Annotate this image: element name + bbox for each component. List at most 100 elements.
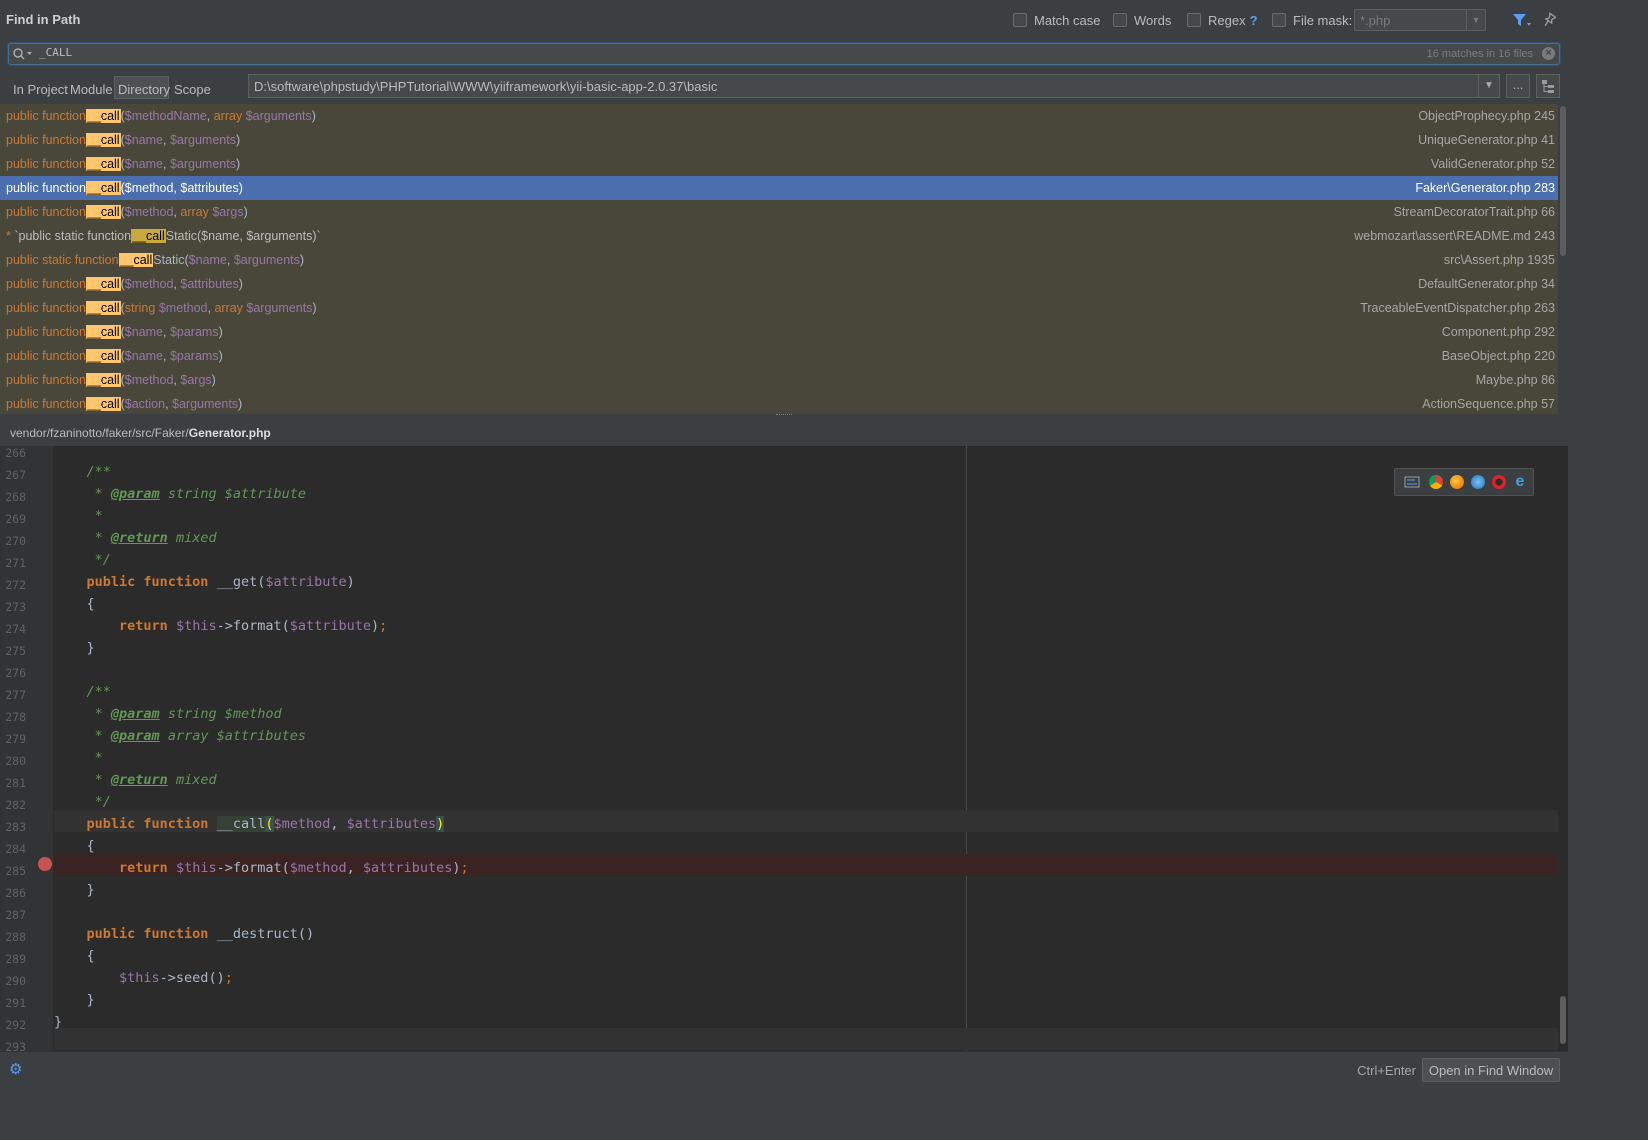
result-row[interactable]: public function__call($name, $params) Com… bbox=[0, 320, 1558, 344]
result-args: ($method, array $args) bbox=[120, 205, 248, 219]
file-mask-option[interactable]: File mask: bbox=[1272, 11, 1352, 29]
result-file: webmozart\assert\README.md 243 bbox=[1354, 229, 1555, 243]
result-prefix: public function bbox=[6, 349, 86, 363]
words-option[interactable]: Words bbox=[1113, 11, 1171, 29]
result-prefix: * `public static function bbox=[6, 229, 132, 243]
result-prefix: public function bbox=[6, 109, 86, 123]
match-case-checkbox[interactable] bbox=[1013, 13, 1027, 27]
firefox-icon[interactable] bbox=[1450, 475, 1464, 489]
line-number: 277 bbox=[5, 688, 26, 702]
line-number: 280 bbox=[5, 754, 26, 768]
file-mask-combo[interactable]: *.php ▼ bbox=[1354, 9, 1486, 31]
scope-directory[interactable]: Directory bbox=[118, 82, 170, 97]
result-code: * `public static function__callStatic($n… bbox=[6, 224, 321, 248]
shortcut-hint: Ctrl+Enter bbox=[1357, 1063, 1416, 1078]
results-scrollbar-thumb[interactable] bbox=[1560, 106, 1566, 256]
settings-icon[interactable] bbox=[1404, 475, 1420, 489]
pin-icon[interactable] bbox=[1542, 12, 1556, 28]
code-line-268: * @param string $attribute bbox=[94, 486, 306, 502]
splitter-grip[interactable] bbox=[776, 414, 792, 417]
file-mask-checkbox[interactable] bbox=[1272, 13, 1286, 27]
result-args: Static($name, $arguments)` bbox=[165, 229, 321, 243]
match-case-option[interactable]: Match case bbox=[1013, 11, 1100, 29]
code-line-275: } bbox=[86, 640, 95, 656]
result-code: public function__call($name, $params) bbox=[6, 344, 223, 368]
result-row[interactable]: public function__call($method, $args) May… bbox=[0, 368, 1558, 392]
browse-button[interactable]: ... bbox=[1506, 74, 1530, 98]
directory-path-combo[interactable]: D:\software\phpstudy\PHPTutorial\WWW\yii… bbox=[248, 74, 1500, 98]
regex-checkbox[interactable] bbox=[1187, 13, 1201, 27]
scope-in-project[interactable]: In Project bbox=[13, 82, 68, 97]
preview-path-file: Generator.php bbox=[188, 426, 271, 440]
clear-icon[interactable]: × bbox=[1542, 47, 1555, 60]
result-row[interactable]: * `public static function__callStatic($n… bbox=[0, 224, 1558, 248]
safari-icon[interactable] bbox=[1471, 475, 1485, 489]
tree-icon bbox=[1542, 80, 1554, 93]
result-prefix: public function bbox=[6, 397, 86, 411]
scope-module[interactable]: Module bbox=[70, 82, 113, 97]
code-line-280: * bbox=[94, 750, 103, 766]
result-prefix: public function bbox=[6, 277, 86, 291]
result-row[interactable]: public function__call($method, array $ar… bbox=[0, 200, 1558, 224]
result-row[interactable]: public function__call($name, $arguments)… bbox=[0, 152, 1558, 176]
opera-icon[interactable] bbox=[1492, 475, 1506, 489]
open-in-find-window-button[interactable]: Open in Find Window bbox=[1422, 1058, 1560, 1082]
filter-icon[interactable] bbox=[1512, 12, 1532, 28]
search-icon[interactable] bbox=[12, 47, 34, 61]
preview-path-prefix: vendor/fzaninotto/faker/src/Faker/ bbox=[10, 426, 189, 440]
recursive-toggle[interactable] bbox=[1536, 74, 1560, 98]
chevron-down-icon[interactable]: ▼ bbox=[1466, 10, 1485, 30]
search-field[interactable]: _CALL 16 matches in 16 files × bbox=[8, 43, 1560, 65]
search-input[interactable]: _CALL bbox=[39, 46, 72, 59]
code-line-277: /** bbox=[86, 684, 111, 700]
code-line-283: public function __call($method, $attribu… bbox=[86, 816, 445, 832]
line-number: 275 bbox=[5, 644, 26, 658]
chevron-down-icon[interactable]: ▼ bbox=[1478, 75, 1499, 97]
chrome-icon[interactable] bbox=[1429, 475, 1443, 489]
editor-scrollbar[interactable] bbox=[1558, 446, 1568, 1051]
result-args: ($action, $arguments) bbox=[120, 397, 243, 411]
editor-scrollbar-thumb[interactable] bbox=[1560, 996, 1566, 1044]
result-row[interactable]: public static function__callStatic($name… bbox=[0, 248, 1558, 272]
line-number: 270 bbox=[5, 534, 26, 548]
result-file: UniqueGenerator.php 41 bbox=[1418, 133, 1555, 147]
regex-option[interactable]: Regex ? bbox=[1187, 11, 1258, 29]
ie-icon[interactable]: e bbox=[1513, 474, 1527, 490]
line-number: 269 bbox=[5, 512, 26, 526]
result-file: src\Assert.php 1935 bbox=[1443, 253, 1555, 267]
result-match: __call bbox=[131, 229, 166, 243]
result-code: public function__call($name, $arguments) bbox=[6, 152, 240, 176]
result-row[interactable]: public function__call($method, $attribut… bbox=[0, 272, 1558, 296]
result-file: Component.php 292 bbox=[1441, 325, 1555, 339]
regex-help-link[interactable]: ? bbox=[1250, 13, 1258, 28]
result-args: Static($name, $arguments) bbox=[153, 253, 305, 267]
result-match: __call bbox=[118, 253, 154, 267]
words-checkbox[interactable] bbox=[1113, 13, 1127, 27]
result-match: __call bbox=[85, 325, 121, 339]
end-line-highlight bbox=[54, 1028, 1558, 1050]
code-line-284: { bbox=[86, 838, 95, 854]
result-args: ($method, $args) bbox=[120, 373, 216, 387]
result-prefix: public function bbox=[6, 373, 86, 387]
code-line-267: /** bbox=[86, 464, 111, 480]
scope-scope[interactable]: Scope bbox=[174, 82, 211, 97]
result-row[interactable]: public function__call($methodName, array… bbox=[0, 104, 1558, 128]
result-row[interactable]: public function__call($name, $arguments)… bbox=[0, 128, 1558, 152]
code-line-282: */ bbox=[94, 794, 111, 810]
results-list[interactable]: public function__call($methodName, array… bbox=[0, 104, 1558, 414]
result-row[interactable]: public function__call($action, $argument… bbox=[0, 392, 1558, 416]
code-line-286: } bbox=[86, 882, 95, 898]
line-number: 281 bbox=[5, 776, 26, 790]
line-number: 271 bbox=[5, 556, 26, 570]
gear-icon[interactable]: ⚙ bbox=[9, 1062, 23, 1077]
result-row[interactable]: public function__call($method, $attribut… bbox=[0, 176, 1558, 200]
result-file: Faker\Generator.php 283 bbox=[1415, 181, 1555, 195]
result-row[interactable]: public function__call($name, $params) Bas… bbox=[0, 344, 1558, 368]
code-preview[interactable]: 266 267 268 269 270 271 272 273 274 275 276 277 278 2… bbox=[0, 446, 1558, 1051]
result-file: TraceableEventDispatcher.php 263 bbox=[1360, 301, 1555, 315]
result-code: public function__call($method, array $ar… bbox=[6, 200, 248, 224]
directory-path-value: D:\software\phpstudy\PHPTutorial\WWW\yii… bbox=[254, 79, 718, 94]
result-args: ($name, $arguments) bbox=[120, 133, 241, 147]
result-row[interactable]: public function__call(string $method, ar… bbox=[0, 296, 1558, 320]
breakpoint-icon[interactable] bbox=[38, 857, 52, 871]
